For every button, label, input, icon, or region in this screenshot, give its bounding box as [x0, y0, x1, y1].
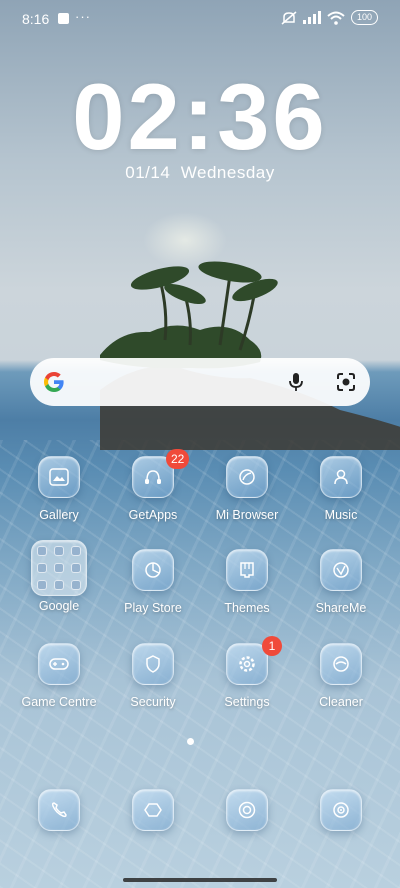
date-value: 01/14	[125, 163, 171, 182]
app-label: ShareMe	[315, 601, 367, 615]
app-label: Cleaner	[319, 695, 363, 709]
cleaner-icon	[320, 643, 362, 685]
folder-mini-app	[37, 563, 47, 573]
chrome-icon	[226, 789, 268, 831]
app-label: Gallery	[39, 508, 79, 522]
shareme-icon	[320, 549, 362, 591]
page-indicator	[187, 738, 194, 745]
security-icon	[132, 643, 174, 685]
themes-icon	[226, 549, 268, 591]
app-gallery[interactable]: Gallery	[12, 456, 106, 522]
dock-chrome[interactable]	[200, 789, 294, 831]
folder-mini-app	[54, 580, 64, 590]
app-label: Google	[38, 599, 80, 613]
lock-date[interactable]: 01/14 Wednesday	[0, 163, 400, 183]
folder-mini-app	[71, 546, 81, 556]
app-google-folder[interactable]: Google	[12, 540, 106, 613]
signal-icon	[302, 11, 321, 24]
app-label: Themes	[224, 601, 270, 615]
home-indicator-bar[interactable]	[123, 878, 277, 882]
app-label: Security	[130, 695, 176, 709]
app-getapps[interactable]: 22 GetApps	[106, 449, 200, 522]
status-icons: 100	[281, 10, 378, 25]
folder-icon	[31, 540, 87, 596]
mute-icon	[281, 10, 297, 25]
app-music[interactable]: Music	[294, 456, 388, 522]
folder-mini-app	[54, 546, 64, 556]
app-themes[interactable]: Themes	[200, 549, 294, 615]
app-settings[interactable]: 1 Settings	[200, 636, 294, 709]
music-icon	[320, 456, 362, 498]
wallpaper-island	[100, 261, 400, 450]
app-label: Music	[324, 508, 358, 522]
status-time: 8:16	[22, 11, 50, 27]
weekday-value: Wednesday	[180, 163, 275, 182]
notification-badge: 22	[166, 449, 190, 469]
app-label: Mi Browser	[215, 508, 279, 522]
browser-icon	[226, 456, 268, 498]
app-label: GetApps	[128, 508, 178, 522]
game-centre-icon	[38, 643, 80, 685]
google-search-bar[interactable]	[30, 358, 370, 406]
phone-icon	[38, 789, 80, 831]
wifi-icon	[327, 11, 345, 25]
app-label: Game Centre	[21, 695, 97, 709]
notification-badge: 1	[262, 636, 282, 656]
app-shareme[interactable]: ShareMe	[294, 549, 388, 615]
folder-mini-app	[71, 580, 81, 590]
dock-camera[interactable]	[294, 789, 388, 831]
lock-clock[interactable]: 02:36	[0, 70, 400, 164]
app-cleaner[interactable]: Cleaner	[294, 643, 388, 709]
camera-icon	[320, 789, 362, 831]
app-label: Play Store	[124, 601, 182, 615]
mic-icon[interactable]	[284, 370, 308, 394]
battery-indicator: 100	[350, 10, 378, 25]
app-play-store[interactable]: Play Store	[106, 549, 200, 615]
home-screen: 8:16 ··· 100 02:36 01/14 Wednesday Galle…	[0, 0, 400, 888]
app-game-centre[interactable]: Game Centre	[12, 643, 106, 709]
gallery-icon	[38, 456, 80, 498]
app-label: Settings	[224, 695, 270, 709]
google-logo-icon	[44, 372, 64, 392]
app-mi-browser[interactable]: Mi Browser	[200, 456, 294, 522]
app-security[interactable]: Security	[106, 643, 200, 709]
folder-mini-app	[71, 563, 81, 573]
more-notifications-icon: ···	[75, 9, 91, 24]
folder-mini-app	[37, 546, 47, 556]
folder-mini-app	[37, 580, 47, 590]
dock-messages[interactable]	[106, 789, 200, 831]
dock-phone[interactable]	[12, 789, 106, 831]
play-store-icon	[132, 549, 174, 591]
lens-icon[interactable]	[334, 370, 358, 394]
status-bar: 8:16 ··· 100	[0, 0, 400, 36]
folder-mini-app	[54, 563, 64, 573]
notification-icon	[58, 13, 69, 24]
messages-icon	[132, 789, 174, 831]
